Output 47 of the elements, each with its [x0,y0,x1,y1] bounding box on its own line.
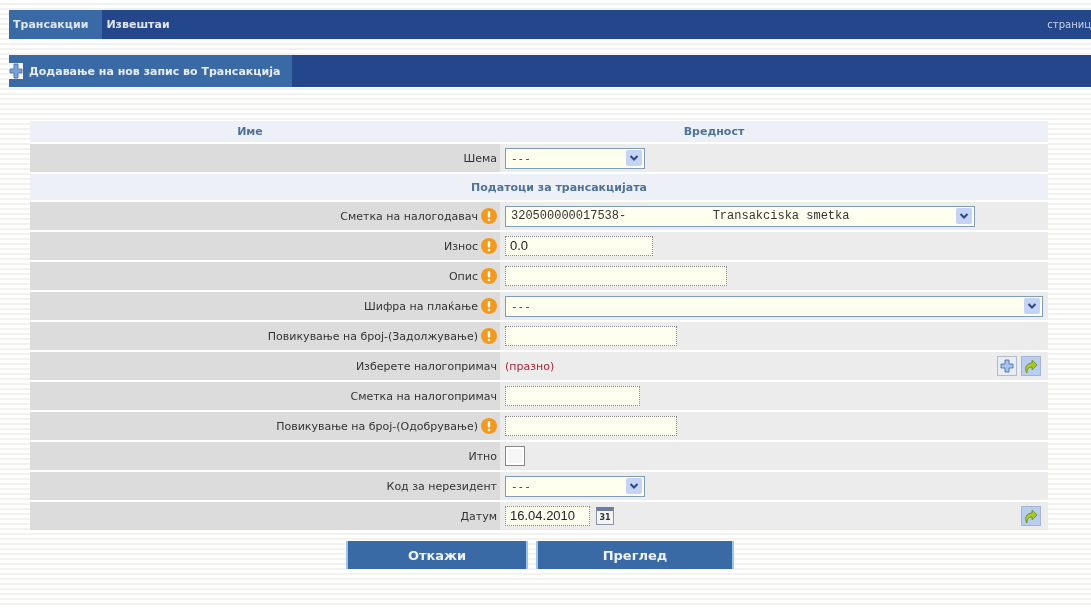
action-button[interactable]: Откажи [346,541,528,569]
page-title: Додавање на нов запис во Трансакција [29,64,281,78]
warning-icon [481,268,497,284]
input-field[interactable] [505,266,727,286]
refresh-icon[interactable] [1021,506,1041,526]
chevron-down-icon [956,208,972,224]
dropdown[interactable]: --- [505,295,1043,317]
field-label: Повикување на број-(Задолжување) [267,329,478,343]
nav-tab[interactable]: Извештаи [102,10,182,39]
warning-icon [481,208,497,224]
dropdown[interactable]: --- [505,147,645,169]
chevron-down-icon [626,478,642,494]
date-field[interactable]: 16.04.2010 [505,506,590,526]
field-label: Датум [460,509,497,523]
calendar-button[interactable]: 31 [596,507,614,525]
warning-icon [481,418,497,434]
field-label: Повикување на број-(Одобрување) [276,419,478,433]
warning-icon [481,328,497,344]
input-field[interactable] [505,386,640,406]
refresh-icon[interactable] [1021,356,1041,376]
field-label: Опис [448,269,478,283]
page-link[interactable]: страниц [1047,19,1091,30]
column-header: Вредност [500,121,1048,142]
column-header: Име [30,121,500,142]
input-field[interactable] [505,416,677,436]
warning-icon [481,298,497,314]
nav-tab[interactable]: Трансакции [9,10,103,39]
dropdown[interactable]: --- [505,475,645,497]
dropdown[interactable]: 320500000017538- Transakciska smetka [505,205,975,227]
warning-icon [481,238,497,254]
field-label: Итно [468,449,497,463]
field-label: Код за нерезидент [386,479,497,493]
checkbox[interactable] [505,446,525,466]
field-label: Изберете налогопримач [355,359,497,373]
input-field[interactable] [505,326,677,346]
field-label: Сметка на налогодавач [340,209,478,223]
field-label: Сметка на налогопримач [350,389,497,403]
chevron-down-icon [626,150,642,166]
chevron-down-icon [1024,298,1040,314]
add-icon[interactable] [997,356,1017,376]
field-label: Износ [443,239,478,253]
field-label: Шифра на плаќање [364,299,478,313]
input-field[interactable]: 0.0 [505,236,653,256]
field-label: Шема [463,151,497,165]
empty-value: (празно) [505,359,555,373]
action-button[interactable]: Преглед [536,541,734,569]
section-header: Податоци за трансакцијата [30,174,1048,200]
